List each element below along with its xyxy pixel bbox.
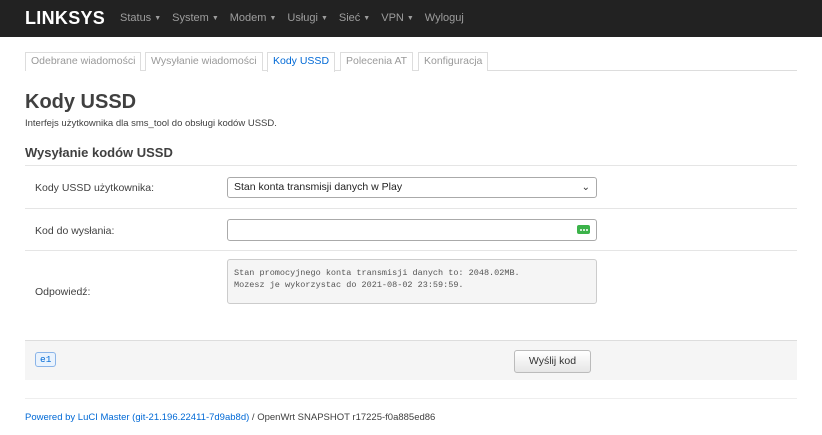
tab-at-commands[interactable]: Polecenia AT	[340, 52, 414, 71]
caret-down-icon: ▼	[406, 15, 414, 22]
brand-logo[interactable]: LINKSYS	[25, 8, 105, 29]
ussd-codes-select[interactable]: Stan konta transmisji danych w Play ⌄	[227, 177, 597, 198]
ussd-codes-label: Kody USSD użytkownika:	[35, 182, 155, 194]
footer-divider	[25, 398, 797, 399]
caret-down-icon: ▼	[154, 15, 162, 22]
page-title: Kody USSD	[25, 91, 137, 113]
caret-down-icon: ▼	[269, 15, 277, 22]
page-description: Interfejs użytkownika dla sms_tool do ob…	[25, 118, 277, 129]
tab-ussd-codes[interactable]: Kody USSD	[267, 52, 336, 72]
main-menu: Status ▼ System ▼ Modem ▼ Usługi ▼ Sieć ▼ VPN…	[120, 12, 475, 24]
menu-item-vpn[interactable]: VPN ▼	[381, 12, 414, 24]
modem-badge[interactable]: e1	[35, 352, 57, 367]
code-to-send-input[interactable]	[227, 219, 597, 241]
section-title: Wysyłanie kodów USSD	[25, 145, 173, 160]
tab-send-messages[interactable]: Wysyłanie wiadomości	[145, 52, 263, 71]
menu-item-siec[interactable]: Sieć ▼	[339, 12, 370, 24]
menu-item-modem[interactable]: Modem ▼	[230, 12, 277, 24]
response-label: Odpowiedź:	[35, 286, 91, 298]
actions-bar: e1 Wyślij kod	[25, 340, 797, 380]
chevron-down-icon: ⌄	[581, 182, 590, 193]
footer: Powered by LuCI Master (git-21.196.22411…	[25, 412, 435, 423]
menu-item-system[interactable]: System ▼	[172, 12, 219, 24]
code-to-send-label: Kod do wysłania:	[35, 225, 115, 237]
row-divider	[25, 208, 797, 209]
tab-configuration[interactable]: Konfiguracja	[418, 52, 489, 71]
menu-item-status[interactable]: Status ▼	[120, 12, 161, 24]
tab-bar: Odebrane wiadomości Wysyłanie wiadomości…	[25, 52, 797, 72]
caret-down-icon: ▼	[211, 15, 219, 22]
top-navbar: LINKSYS Status ▼ System ▼ Modem ▼ Usługi ▼ S…	[0, 0, 822, 37]
luci-version-link[interactable]: Powered by LuCI Master (git-21.196.22411…	[25, 412, 249, 423]
caret-down-icon: ▼	[363, 15, 371, 22]
menu-item-uslugi[interactable]: Usługi ▼	[287, 12, 328, 24]
ussd-codes-selected-value: Stan konta transmisji danych w Play	[234, 181, 403, 193]
more-dots-icon[interactable]	[577, 225, 590, 234]
openwrt-version: / OpenWrt SNAPSHOT r17225-f0a885ed86	[249, 412, 436, 423]
caret-down-icon: ▼	[320, 15, 328, 22]
send-code-button[interactable]: Wyślij kod	[514, 350, 591, 373]
row-divider	[25, 250, 797, 251]
response-textarea[interactable]: Stan promocyjnego konta transmisji danyc…	[227, 259, 597, 304]
section-divider	[25, 165, 797, 166]
tab-received-messages[interactable]: Odebrane wiadomości	[25, 52, 142, 71]
menu-item-logout[interactable]: Wyloguj	[425, 12, 464, 24]
